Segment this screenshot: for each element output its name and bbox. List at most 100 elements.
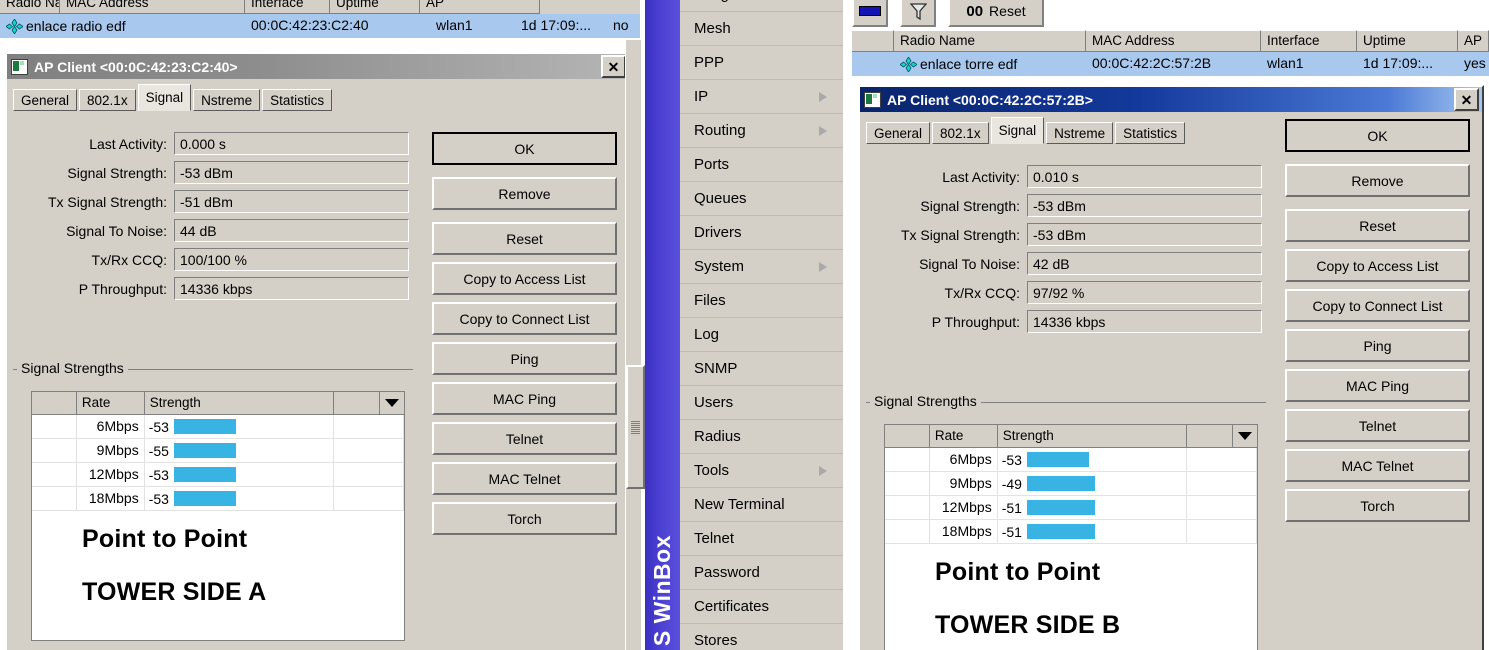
column-chooser-icon[interactable] bbox=[380, 392, 404, 414]
left-col-mac-address[interactable]: MAC Address bbox=[60, 0, 245, 14]
left-col-radio-name[interactable]: Radio Name bbox=[0, 0, 60, 14]
tab-statistics[interactable]: Statistics bbox=[1115, 122, 1186, 144]
menu-item-ports[interactable]: Ports bbox=[680, 148, 843, 182]
field-tx-signal-strength: Tx Signal Strength: -51 dBm bbox=[7, 187, 422, 216]
table-row[interactable]: 6Mbps -53 bbox=[32, 415, 404, 439]
tab-nstreme[interactable]: Nstreme bbox=[1046, 122, 1114, 144]
tab-8021x[interactable]: 802.1x bbox=[79, 89, 136, 111]
mac-telnet-button[interactable]: MAC Telnet bbox=[1285, 449, 1470, 482]
menu-item-users[interactable]: Users bbox=[680, 386, 843, 420]
menu-item-ip[interactable]: IP bbox=[680, 80, 843, 114]
table-row[interactable]: 18Mbps -53 bbox=[32, 487, 404, 511]
menu-item-tools[interactable]: Tools bbox=[680, 454, 843, 488]
copy-to-connect-list-button[interactable]: Copy to Connect List bbox=[432, 302, 617, 335]
mac-telnet-button[interactable]: MAC Telnet bbox=[432, 462, 617, 495]
table-row[interactable]: 6Mbps -53 bbox=[885, 448, 1257, 472]
field-last-activity-value[interactable]: 0.000 s bbox=[174, 132, 409, 155]
copy-to-access-list-button[interactable]: Copy to Access List bbox=[432, 262, 617, 295]
right-col-mac-address[interactable]: MAC Address bbox=[1086, 30, 1261, 52]
copy-to-connect-list-button[interactable]: Copy to Connect List bbox=[1285, 289, 1470, 322]
copy-to-access-list-button[interactable]: Copy to Access List bbox=[1285, 249, 1470, 282]
menu-item-password[interactable]: Password bbox=[680, 556, 843, 590]
menu-item-drivers[interactable]: Drivers bbox=[680, 216, 843, 250]
left-th-rate[interactable]: Rate bbox=[76, 392, 145, 414]
menu-item-snmp[interactable]: SNMP bbox=[680, 352, 843, 386]
menu-item-queues[interactable]: Queues bbox=[680, 182, 843, 216]
menu-item-new-terminal[interactable]: New Terminal bbox=[680, 488, 843, 522]
right-th-rate[interactable]: Rate bbox=[929, 425, 998, 447]
right-th-strength[interactable]: Strength bbox=[997, 425, 1188, 447]
tab-signal[interactable]: Signal bbox=[990, 117, 1045, 144]
left-dialog-titlebar[interactable]: AP Client <00:0C:42:23:C2:40> ✕ bbox=[7, 54, 629, 79]
menu-item-certificates[interactable]: Certificates bbox=[680, 590, 843, 624]
field-signal-to-noise-value[interactable]: 44 dB bbox=[174, 219, 409, 242]
left-registration-row[interactable]: enlace radio edf 00:0C:42:23:C2:40 wlan1… bbox=[0, 14, 640, 38]
table-row[interactable]: 12Mbps -53 bbox=[32, 463, 404, 487]
left-col-interface[interactable]: Interface bbox=[245, 0, 330, 14]
reset-button[interactable]: Reset bbox=[1285, 209, 1470, 242]
field-tx-signal-strength-value[interactable]: -51 dBm bbox=[174, 190, 409, 213]
telnet-button[interactable]: Telnet bbox=[1285, 409, 1470, 442]
left-col-ap[interactable]: AP bbox=[420, 0, 540, 14]
left-row3-filler bbox=[334, 487, 404, 510]
menu-item-mesh[interactable]: Mesh bbox=[680, 12, 843, 46]
tab-general[interactable]: General bbox=[13, 89, 78, 111]
telnet-button[interactable]: Telnet bbox=[432, 422, 617, 455]
reset-button[interactable]: Reset bbox=[432, 222, 617, 255]
field-signal-to-noise-value[interactable]: 42 dB bbox=[1027, 252, 1262, 275]
table-row[interactable]: 18Mbps -51 bbox=[885, 520, 1257, 544]
field-txrx-ccq-value[interactable]: 100/100 % bbox=[174, 248, 409, 271]
left-window-scrollbar[interactable] bbox=[625, 40, 645, 650]
ok-button[interactable]: OK bbox=[432, 132, 617, 165]
mac-ping-button[interactable]: MAC Ping bbox=[432, 382, 617, 415]
menu-item-stores[interactable]: Stores bbox=[680, 624, 843, 650]
torch-button[interactable]: Torch bbox=[1285, 489, 1470, 522]
field-tx-signal-strength-value[interactable]: -53 dBm bbox=[1027, 223, 1262, 246]
right-dialog-close-button[interactable]: ✕ bbox=[1454, 88, 1479, 111]
menu-item-log[interactable]: Log bbox=[680, 318, 843, 352]
tab-statistics[interactable]: Statistics bbox=[262, 89, 333, 111]
reset-counter-button[interactable]: 00 Reset bbox=[948, 0, 1044, 27]
filter-toolbar-button[interactable] bbox=[900, 0, 936, 27]
column-chooser-icon[interactable] bbox=[1233, 425, 1257, 447]
remove-button[interactable]: Remove bbox=[432, 177, 617, 210]
right-col-ap[interactable]: AP bbox=[1458, 30, 1489, 52]
right-col-radio-name[interactable]: Radio Name bbox=[894, 30, 1086, 52]
table-row[interactable]: 12Mbps -51 bbox=[885, 496, 1257, 520]
right-registration-row[interactable]: enlace torre edf 00:0C:42:2C:57:2B wlan1… bbox=[852, 52, 1489, 76]
menu-item-bridge[interactable]: Bridge bbox=[680, 0, 843, 12]
field-p-throughput-value[interactable]: 14336 kbps bbox=[1027, 310, 1262, 333]
tab-nstreme[interactable]: Nstreme bbox=[193, 89, 261, 111]
remove-button[interactable]: Remove bbox=[1285, 164, 1470, 197]
right-col-interface[interactable]: Interface bbox=[1261, 30, 1357, 52]
table-row[interactable]: 9Mbps -49 bbox=[885, 472, 1257, 496]
mac-ping-button[interactable]: MAC Ping bbox=[1285, 369, 1470, 402]
menu-item-radius[interactable]: Radius bbox=[680, 420, 843, 454]
field-p-throughput-value[interactable]: 14336 kbps bbox=[174, 277, 409, 300]
ping-button[interactable]: Ping bbox=[432, 342, 617, 375]
table-row[interactable]: 9Mbps -55 bbox=[32, 439, 404, 463]
remove-toolbar-button[interactable] bbox=[852, 0, 888, 27]
tab-signal[interactable]: Signal bbox=[137, 84, 192, 111]
menu-item-telnet[interactable]: Telnet bbox=[680, 522, 843, 556]
left-scrollbar-thumb[interactable] bbox=[626, 365, 645, 489]
menu-item-files[interactable]: Files bbox=[680, 284, 843, 318]
right-col-uptime[interactable]: Uptime bbox=[1357, 30, 1458, 52]
left-th-strength[interactable]: Strength bbox=[144, 392, 335, 414]
menu-item-system[interactable]: System bbox=[680, 250, 843, 284]
right-dialog-titlebar[interactable]: AP Client <00:0C:42:2C:57:2B> ✕ bbox=[860, 87, 1482, 112]
field-signal-strength-value[interactable]: -53 dBm bbox=[1027, 194, 1262, 217]
field-signal-strength-value[interactable]: -53 dBm bbox=[174, 161, 409, 184]
field-txrx-ccq-value[interactable]: 97/92 % bbox=[1027, 281, 1262, 304]
field-last-activity-value[interactable]: 0.010 s bbox=[1027, 165, 1262, 188]
ping-button[interactable]: Ping bbox=[1285, 329, 1470, 362]
tab-8021x[interactable]: 802.1x bbox=[932, 122, 989, 144]
menu-item-routing[interactable]: Routing bbox=[680, 114, 843, 148]
left-dialog-close-button[interactable]: ✕ bbox=[601, 55, 626, 78]
tab-general[interactable]: General bbox=[866, 122, 931, 144]
left-row-uptime: 1d 17:09:... bbox=[521, 17, 592, 33]
torch-button[interactable]: Torch bbox=[432, 502, 617, 535]
ok-button[interactable]: OK bbox=[1285, 119, 1470, 152]
menu-item-ppp[interactable]: PPP bbox=[680, 46, 843, 80]
left-col-uptime[interactable]: Uptime bbox=[330, 0, 420, 14]
